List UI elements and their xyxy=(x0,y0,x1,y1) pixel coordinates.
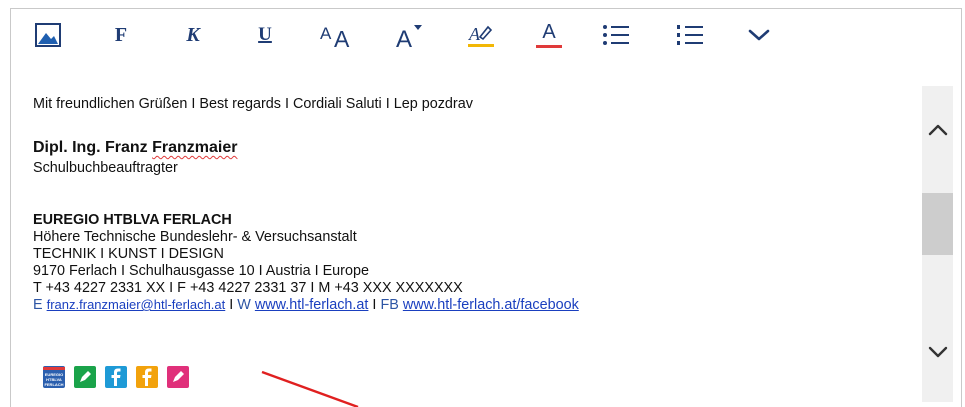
highlight-button[interactable]: A xyxy=(466,20,496,50)
separator: I xyxy=(368,297,381,313)
contact-links-line: E franz.franzmaier@htl-ferlach.at I W ww… xyxy=(33,297,579,314)
signature-name: Dipl. Ing. Franz Franzmaier xyxy=(33,139,238,157)
logo-stripe xyxy=(43,367,65,370)
underline-button[interactable]: U xyxy=(252,20,278,50)
annotation-arrow xyxy=(261,370,359,407)
facebook-blue-icon[interactable] xyxy=(105,366,127,388)
numbered-list-icon xyxy=(677,25,703,45)
svg-text:A: A xyxy=(468,24,481,44)
scroll-up-button[interactable] xyxy=(922,115,953,145)
bulleted-list-button[interactable] xyxy=(602,20,630,50)
signature-role: Schulbuchbeauftragter xyxy=(33,160,178,176)
numbered-list-button[interactable] xyxy=(676,20,704,50)
email-label: E xyxy=(33,297,47,313)
chevron-down-icon xyxy=(748,29,770,41)
name-first: Dipl. Ing. Franz xyxy=(33,139,153,156)
italic-label: K xyxy=(186,23,200,46)
scroll-down-button[interactable] xyxy=(922,337,953,367)
bold-label: F xyxy=(114,23,128,46)
facebook-icon xyxy=(111,368,121,386)
name-last: Franzmaier xyxy=(152,139,238,156)
signature-body[interactable]: Mit freundlichen Grüßen I Best regards I… xyxy=(33,86,913,406)
font-color-button[interactable]: A xyxy=(534,20,564,50)
logo-text: EUREGIO HTBLVA FERLACH xyxy=(44,372,64,387)
font-color-bar xyxy=(536,45,562,48)
pen-icon xyxy=(80,371,91,382)
superscript-font-icon: A xyxy=(396,25,422,49)
email-link[interactable]: franz.franzmaier@htl-ferlach.at xyxy=(47,297,226,312)
svg-text:A: A xyxy=(320,24,332,43)
font-color-icon: A xyxy=(542,21,556,43)
insert-image-button[interactable] xyxy=(33,20,63,50)
facebook-label: FB xyxy=(380,297,403,313)
more-options-button[interactable] xyxy=(746,20,772,50)
chevron-up-icon xyxy=(928,124,947,136)
bulleted-list-icon xyxy=(603,25,629,45)
pen-green-icon[interactable] xyxy=(74,366,96,388)
grow-font-button[interactable]: A xyxy=(394,20,426,50)
web-label: W xyxy=(237,297,255,313)
image-icon xyxy=(35,23,61,47)
bold-button[interactable]: F xyxy=(108,20,134,50)
phone-line: T +43 4227 2331 XX I F +43 4227 2331 37 … xyxy=(33,280,463,296)
facebook-link[interactable]: www.htl-ferlach.at/facebook xyxy=(403,297,579,313)
facebook-icon xyxy=(142,368,152,386)
school-logo-icon[interactable]: EUREGIO HTBLVA FERLACH xyxy=(43,366,65,388)
underline-label: U xyxy=(258,24,272,45)
highlight-icon: A xyxy=(468,24,494,47)
chevron-down-icon xyxy=(928,346,947,358)
website-link[interactable]: www.htl-ferlach.at xyxy=(255,297,369,313)
svg-text:A: A xyxy=(334,26,350,49)
pen-pink-icon[interactable] xyxy=(167,366,189,388)
organization-subtitle: Höhere Technische Bundeslehr- & Versuchs… xyxy=(33,229,357,245)
separator: I xyxy=(225,297,238,313)
pen-icon xyxy=(173,371,184,382)
greeting-line: Mit freundlichen Grüßen I Best regards I… xyxy=(33,96,473,112)
facebook-orange-icon[interactable] xyxy=(136,366,158,388)
font-size-icon: A A xyxy=(320,24,350,49)
svg-text:A: A xyxy=(396,26,412,49)
scrollbar-thumb[interactable] xyxy=(922,193,953,255)
address-line: 9170 Ferlach I Schulhausgasse 10 I Austr… xyxy=(33,263,369,279)
italic-button[interactable]: K xyxy=(180,20,206,50)
organization-motto: TECHNIK I KUNST I DESIGN xyxy=(33,246,224,262)
font-size-button[interactable]: A A xyxy=(318,20,358,50)
organization-name: EUREGIO HTBLVA FERLACH xyxy=(33,212,232,228)
